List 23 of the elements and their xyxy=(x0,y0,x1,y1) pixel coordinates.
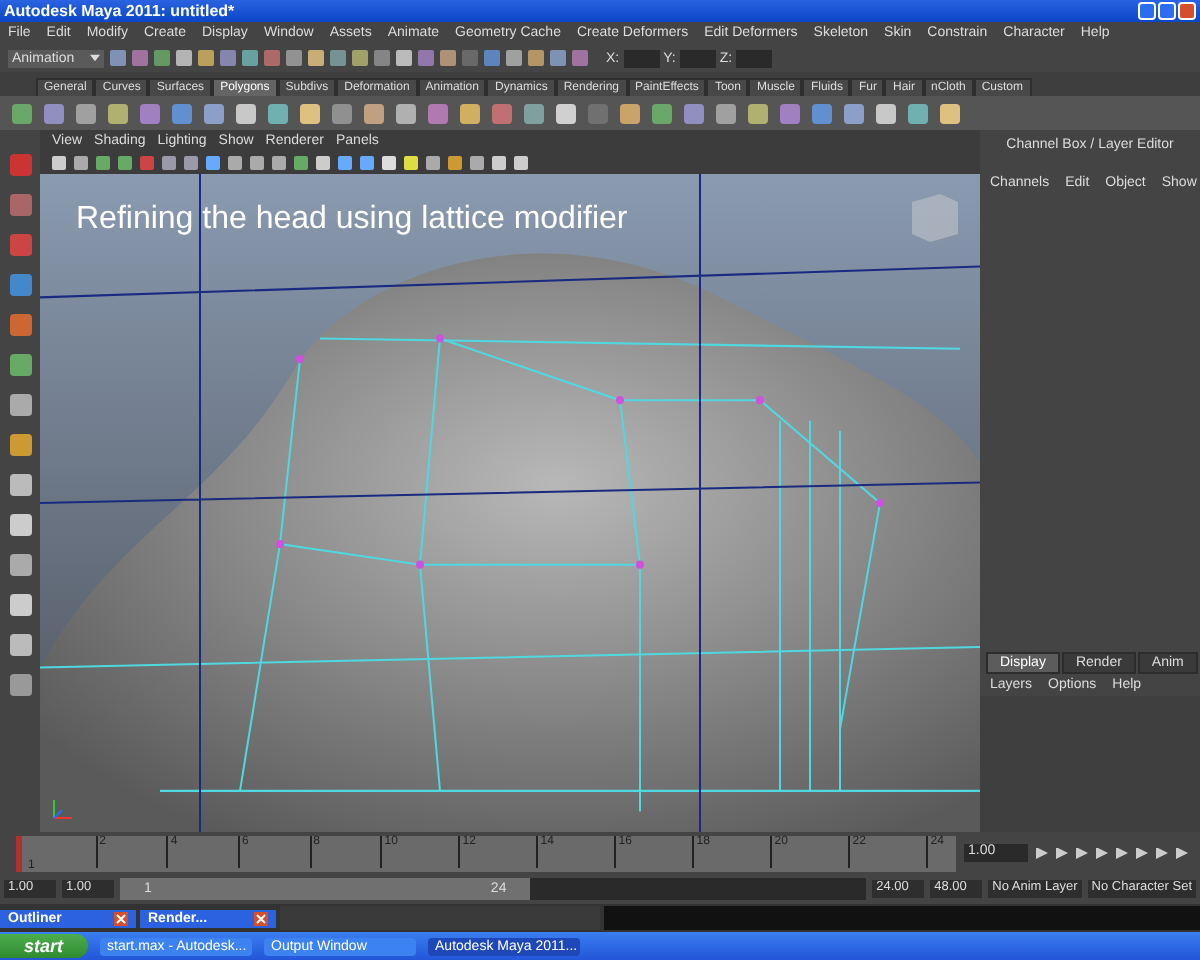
playhead[interactable] xyxy=(16,835,22,871)
minimize-button[interactable] xyxy=(1138,2,1156,20)
close-icon[interactable] xyxy=(114,911,128,925)
tool-icon[interactable] xyxy=(9,514,31,536)
coordinate-field[interactable] xyxy=(736,49,773,67)
coordinate-field[interactable] xyxy=(623,49,660,67)
tool-icon[interactable] xyxy=(9,594,31,616)
tool-icon[interactable] xyxy=(9,354,31,376)
tool-icon[interactable] xyxy=(9,434,31,456)
coordinate-field[interactable] xyxy=(679,49,716,67)
start-button[interactable]: start xyxy=(0,934,88,958)
caption-text: Refining the head using lattice modifier xyxy=(76,202,628,238)
caret-icon xyxy=(90,54,100,62)
tool-icon[interactable] xyxy=(9,474,31,496)
axis-icon xyxy=(48,796,76,824)
tool-icon[interactable] xyxy=(9,674,31,696)
tool-icon[interactable] xyxy=(9,634,31,656)
maximize-button[interactable] xyxy=(1158,2,1176,20)
close-button[interactable] xyxy=(1178,2,1196,20)
window-title: Autodesk Maya 2011: untitled* xyxy=(4,2,235,20)
close-icon[interactable] xyxy=(254,911,268,925)
tool-icon[interactable] xyxy=(9,394,31,416)
tool-icon[interactable] xyxy=(9,554,31,576)
